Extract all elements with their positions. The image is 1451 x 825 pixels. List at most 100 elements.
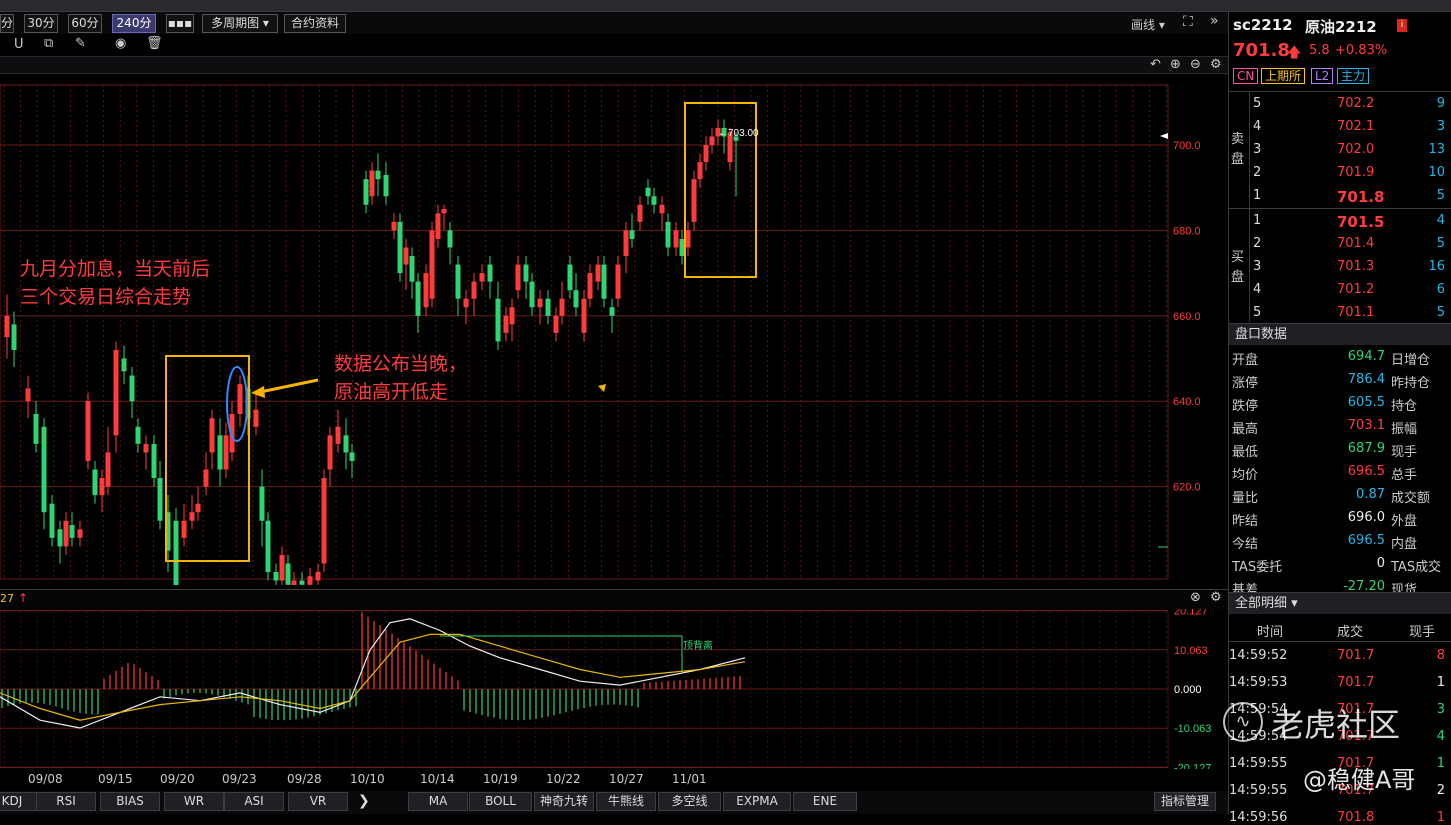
order-level: 5 [1253, 96, 1262, 111]
candle-body [623, 230, 629, 257]
candle-body [567, 264, 573, 291]
annotation-arrow [259, 378, 319, 394]
date-label: 10/10 [350, 772, 385, 786]
magnet-icon[interactable]: U [14, 37, 24, 52]
order-price: 702.1 [1337, 119, 1375, 134]
order-level: 2 [1253, 236, 1262, 251]
period-button[interactable]: 60分 [68, 14, 102, 33]
candle-body [391, 221, 397, 231]
candle-body [609, 307, 615, 316]
macd-value: 27 [0, 592, 14, 605]
price-tick-label: 660.0 [1173, 311, 1201, 323]
divergence-label: 顶背离 [683, 639, 713, 652]
candle-body [383, 174, 389, 197]
undo-icon[interactable]: ↶ [1150, 57, 1161, 72]
price-tick-label: 680.0 [1173, 225, 1201, 237]
date-label: 09/28 [287, 772, 322, 786]
candlestick-chart[interactable]: 700.0 680.0 660.0 640.0 620.0 ←703.00 [0, 75, 1228, 585]
candle-body [291, 580, 297, 585]
macd-settings-icon[interactable]: ⚙ [1210, 590, 1222, 605]
collapse-icon[interactable]: » [1210, 13, 1219, 29]
indicator-manage-button[interactable]: 指标管理 [1154, 792, 1216, 811]
stat-value: 0.87 [1356, 487, 1385, 502]
overlay-tab[interactable]: 牛熊线 [596, 792, 656, 811]
tick-time: 14:59:52 [1229, 648, 1288, 663]
badge-cn: CN [1233, 68, 1259, 84]
tiger-logo-icon: ∿ [1223, 702, 1263, 742]
overlay-tab[interactable]: BOLL [469, 792, 532, 811]
fullscreen-icon[interactable]: ⛶ [1183, 14, 1193, 30]
indicator-tab[interactable]: RSI [36, 792, 96, 811]
tick-time: 14:59:56 [1229, 810, 1288, 825]
overlay-tab[interactable]: EXPMA [723, 792, 791, 811]
period-button[interactable]: 合约资料 [284, 14, 346, 33]
price-tick-label: 640.0 [1173, 396, 1201, 408]
all-detail-title[interactable]: 全部明细 ▾ [1229, 592, 1451, 614]
candle-body [415, 281, 421, 316]
stat-key2: 持仓 [1391, 399, 1418, 414]
macd-chart[interactable]: 20.127 10.063 0.000 -10.063 -20.127 顶背离 [0, 609, 1228, 769]
period-button[interactable]: 多周期图 ▾ [202, 14, 278, 33]
tabs-next-icon[interactable]: ❯ [358, 793, 370, 809]
order-level: 3 [1253, 259, 1262, 274]
stat-key: 涨停 [1232, 376, 1259, 391]
indicator-tab[interactable]: VR [288, 792, 348, 811]
candle-body [49, 503, 55, 538]
date-label: 09/08 [28, 772, 63, 786]
order-price: 701.4 [1337, 236, 1375, 251]
overlay-tab[interactable]: 神奇九转 [534, 792, 594, 811]
order-level: 1 [1253, 188, 1262, 203]
candle-body [573, 290, 579, 308]
flag-icon: i [1397, 19, 1407, 32]
indicator-tab[interactable]: BIAS [100, 792, 160, 811]
period-button[interactable]: ▪▪▪ [166, 14, 194, 33]
candle-body [217, 435, 223, 470]
indicator-tab[interactable]: ASI [224, 792, 284, 811]
candle-body [69, 525, 75, 538]
buy-label: 买盘 [1231, 250, 1245, 285]
copy-icon[interactable]: ⧉ [44, 36, 53, 51]
up-arrow-icon: ↑ [18, 591, 29, 605]
date-label: 10/14 [420, 772, 455, 786]
stat-key: TAS委托 [1232, 560, 1283, 575]
candle-body [57, 529, 63, 547]
candle-body [105, 452, 111, 487]
period-button[interactable]: 30分 [24, 14, 58, 33]
stat-value: 605.5 [1347, 395, 1385, 410]
zoom-out-icon[interactable]: ⊖ [1190, 57, 1201, 72]
macd-tick-label: 20.127 [1174, 609, 1208, 618]
stat-key: 跌停 [1232, 399, 1259, 414]
candle-body [691, 179, 697, 222]
tick-volume: 4 [1436, 729, 1445, 744]
candle-body [487, 264, 493, 282]
candle-body [99, 478, 105, 496]
candle-body [685, 230, 691, 248]
period-button[interactable]: 240分 [112, 14, 156, 33]
candle-body [63, 520, 69, 547]
candle-body [441, 209, 447, 214]
order-price: 702.0 [1337, 142, 1375, 157]
order-price: 701.5 [1337, 213, 1385, 231]
indicator-tab[interactable]: WR [164, 792, 224, 811]
order-volume: 3 [1436, 119, 1445, 134]
tick-volume: 8 [1436, 648, 1445, 663]
draw-line-menu[interactable]: 画线 ▾ [1131, 16, 1165, 33]
overlay-tab[interactable]: 多空线 [658, 792, 721, 811]
order-level: 5 [1253, 305, 1262, 320]
candle-body [195, 503, 201, 513]
overlay-tab[interactable]: MA [408, 792, 468, 811]
overlay-tab[interactable]: ENE [793, 792, 857, 811]
top-menu-strip [0, 0, 1451, 12]
zoom-in-icon[interactable]: ⊕ [1170, 57, 1181, 72]
macd-tick-label: 0.000 [1174, 684, 1202, 696]
trash-icon[interactable]: 🗑 [146, 36, 163, 51]
settings-icon[interactable]: ⚙ [1210, 57, 1222, 72]
eye-icon[interactable]: ◉ [115, 36, 126, 51]
date-label: 10/19 [483, 772, 518, 786]
candle-body [409, 256, 415, 282]
period-button[interactable]: 分 [0, 14, 14, 33]
order-volume: 5 [1436, 188, 1445, 203]
candle-body [113, 349, 119, 436]
close-icon[interactable]: ⊗ [1190, 590, 1201, 605]
pencil-icon[interactable]: ✎ [75, 36, 86, 51]
